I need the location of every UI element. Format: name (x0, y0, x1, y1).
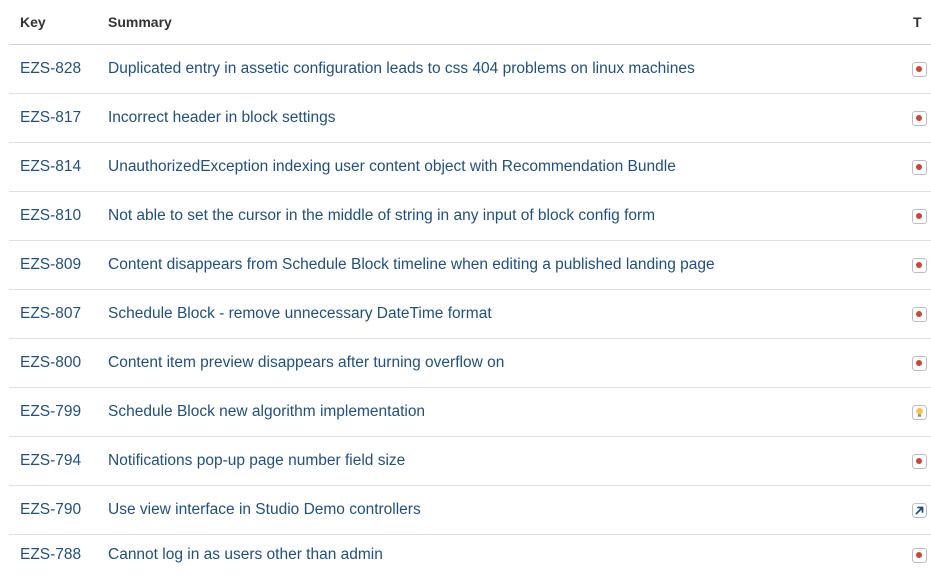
issue-key-link[interactable]: EZS-790 (20, 501, 81, 518)
table-row: EZS-814 UnauthorizedException indexing u… (9, 143, 931, 192)
issue-summary-link[interactable]: Use view interface in Studio Demo contro… (108, 501, 421, 518)
issue-summary-link[interactable]: Content item preview disappears after tu… (108, 354, 504, 371)
table-row: EZS-828 Duplicated entry in assetic conf… (9, 45, 931, 94)
table-row: EZS-807 Schedule Block - remove unnecess… (9, 290, 931, 339)
issue-summary-link[interactable]: Duplicated entry in assetic configuratio… (108, 60, 695, 77)
bug-icon (911, 355, 927, 371)
bug-icon (911, 453, 927, 469)
table-row: EZS-794 Notifications pop-up page number… (9, 437, 931, 486)
issue-key-link[interactable]: EZS-817 (20, 109, 81, 126)
bug-icon (911, 208, 927, 224)
issue-summary-link[interactable]: Schedule Block - remove unnecessary Date… (108, 305, 492, 322)
issue-summary-link[interactable]: UnauthorizedException indexing user cont… (108, 158, 676, 175)
issue-summary-link[interactable]: Cannot log in as users other than admin (108, 546, 383, 563)
issue-key-link[interactable]: EZS-800 (20, 354, 81, 371)
bug-icon (911, 110, 927, 126)
table-row: EZS-788 Cannot log in as users other tha… (9, 535, 931, 575)
column-header-summary[interactable]: Summary (108, 14, 907, 30)
issue-key-link[interactable]: EZS-828 (20, 60, 81, 77)
issue-table: Key Summary T EZS-828 Duplicated entry i… (9, 0, 931, 575)
bug-icon (911, 306, 927, 322)
column-header-key[interactable]: Key (9, 14, 108, 30)
bug-icon (911, 257, 927, 273)
issue-summary-link[interactable]: Not able to set the cursor in the middle… (108, 207, 655, 224)
table-row: EZS-800 Content item preview disappears … (9, 339, 931, 388)
table-row: EZS-799 Schedule Block new algorithm imp… (9, 388, 931, 437)
improvement-arrow-icon (911, 502, 927, 518)
issue-key-link[interactable]: EZS-788 (20, 546, 81, 563)
issue-summary-link[interactable]: Content disappears from Schedule Block t… (108, 256, 715, 273)
issue-key-link[interactable]: EZS-794 (20, 452, 81, 469)
issue-key-link[interactable]: EZS-807 (20, 305, 81, 322)
issue-key-link[interactable]: EZS-814 (20, 158, 81, 175)
table-row: EZS-809 Content disappears from Schedule… (9, 241, 931, 290)
bug-icon (911, 61, 927, 77)
table-header: Key Summary T (9, 0, 931, 45)
issue-summary-link[interactable]: Incorrect header in block settings (108, 109, 335, 126)
bug-icon (911, 547, 927, 563)
table-row: EZS-817 Incorrect header in block settin… (9, 94, 931, 143)
issue-key-link[interactable]: EZS-799 (20, 403, 81, 420)
issue-summary-link[interactable]: Schedule Block new algorithm implementat… (108, 403, 425, 420)
issue-summary-link[interactable]: Notifications pop-up page number field s… (108, 452, 405, 469)
column-header-type[interactable]: T (907, 14, 931, 30)
table-row: EZS-810 Not able to set the cursor in th… (9, 192, 931, 241)
issue-key-link[interactable]: EZS-810 (20, 207, 81, 224)
issue-key-link[interactable]: EZS-809 (20, 256, 81, 273)
table-row: EZS-790 Use view interface in Studio Dem… (9, 486, 931, 535)
lightbulb-icon (911, 404, 927, 420)
bug-icon (911, 159, 927, 175)
